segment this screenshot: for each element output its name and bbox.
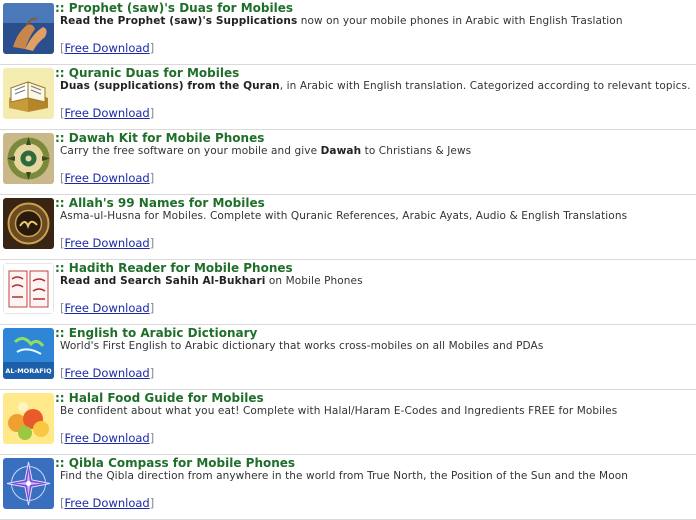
title-text[interactable]: Halal Food Guide for Mobiles	[69, 391, 264, 405]
description-text: Be confident about what you eat! Complet…	[60, 405, 618, 417]
description-bold: Dawah	[320, 145, 362, 157]
title-text[interactable]: English to Arabic Dictionary	[69, 326, 258, 340]
description-text: World's First English to Arabic dictiona…	[60, 340, 544, 352]
title-text[interactable]: Qibla Compass for Mobile Phones	[69, 456, 295, 470]
description-text: Find the Qibla direction from anywhere i…	[60, 470, 629, 482]
bracket-close: ]	[149, 496, 155, 510]
compass-rose-icon[interactable]	[3, 458, 54, 509]
free-download-link[interactable]: Free Download	[65, 171, 150, 185]
title-text[interactable]: Dawah Kit for Mobile Phones	[69, 131, 265, 145]
al-morafiq-logo-icon[interactable]: AL-MORAFIQ	[3, 328, 54, 379]
title-prefix: ::	[55, 261, 69, 275]
praying-hands-icon[interactable]	[3, 3, 54, 54]
download-bracket: [Free Download]	[60, 106, 154, 120]
item-description: Duas (supplications) from the Quran, in …	[60, 80, 691, 92]
download-bracket: [Free Download]	[60, 366, 154, 380]
title-prefix: ::	[55, 326, 69, 340]
list-item: :: Qibla Compass for Mobile Phones Find …	[0, 455, 696, 520]
title-prefix: ::	[55, 456, 69, 470]
free-download-link[interactable]: Free Download	[65, 366, 150, 380]
item-title[interactable]: :: Halal Food Guide for Mobiles	[55, 391, 264, 405]
item-title[interactable]: :: Prophet (saw)'s Duas for Mobiles	[55, 1, 293, 15]
calligraphy-medallion-icon[interactable]	[3, 198, 54, 249]
download-list: :: Prophet (saw)'s Duas for Mobiles Read…	[0, 0, 696, 520]
description-bold: Read the Prophet (saw)'s Supplications	[60, 15, 298, 27]
description-text: Asma-ul-Husna for Mobiles. Complete with…	[60, 210, 628, 222]
title-prefix: ::	[55, 131, 69, 145]
item-description: Read the Prophet (saw)'s Supplications n…	[60, 15, 623, 27]
item-description: Find the Qibla direction from anywhere i…	[60, 470, 628, 482]
item-description: Asma-ul-Husna for Mobiles. Complete with…	[60, 210, 627, 222]
item-title[interactable]: :: Quranic Duas for Mobiles	[55, 66, 239, 80]
download-bracket: [Free Download]	[60, 301, 154, 315]
download-bracket: [Free Download]	[60, 431, 154, 445]
quran-stand-icon[interactable]	[3, 68, 54, 119]
list-item: :: Halal Food Guide for Mobiles Be confi…	[0, 390, 696, 455]
title-text[interactable]: Prophet (saw)'s Duas for Mobiles	[69, 1, 293, 15]
free-download-link[interactable]: Free Download	[65, 41, 150, 55]
description-text-end: to Christians & Jews	[361, 145, 472, 157]
item-title[interactable]: :: Allah's 99 Names for Mobiles	[55, 196, 265, 210]
food-basket-icon[interactable]	[3, 393, 54, 444]
list-item: :: Prophet (saw)'s Duas for Mobiles Read…	[0, 0, 696, 65]
bracket-close: ]	[149, 171, 155, 185]
item-description: Be confident about what you eat! Complet…	[60, 405, 617, 417]
download-bracket: [Free Download]	[60, 496, 154, 510]
item-title[interactable]: :: Hadith Reader for Mobile Phones	[55, 261, 293, 275]
title-text[interactable]: Allah's 99 Names for Mobiles	[69, 196, 265, 210]
description-text: now on your mobile phones in Arabic with…	[297, 15, 623, 27]
free-download-link[interactable]: Free Download	[65, 301, 150, 315]
item-title[interactable]: :: Dawah Kit for Mobile Phones	[55, 131, 264, 145]
list-item: :: Allah's 99 Names for Mobiles Asma-ul-…	[0, 195, 696, 260]
title-text[interactable]: Hadith Reader for Mobile Phones	[69, 261, 293, 275]
free-download-link[interactable]: Free Download	[65, 106, 150, 120]
list-item: :: Dawah Kit for Mobile Phones Carry the…	[0, 130, 696, 195]
item-title[interactable]: :: Qibla Compass for Mobile Phones	[55, 456, 295, 470]
bracket-close: ]	[149, 301, 155, 315]
list-item: AL-MORAFIQ :: English to Arabic Dictiona…	[0, 325, 696, 390]
title-prefix: ::	[55, 391, 69, 405]
bracket-close: ]	[149, 41, 155, 55]
description-text: , in Arabic with English translation. Ca…	[279, 80, 691, 92]
description-bold: Read and Search Sahih Al-Bukhari	[60, 275, 266, 287]
bracket-close: ]	[149, 366, 155, 380]
free-download-link[interactable]: Free Download	[65, 496, 150, 510]
svg-text:AL-MORAFIQ: AL-MORAFIQ	[5, 367, 52, 375]
item-description: Carry the free software on your mobile a…	[60, 145, 471, 157]
download-bracket: [Free Download]	[60, 236, 154, 250]
title-text[interactable]: Quranic Duas for Mobiles	[69, 66, 239, 80]
ornament-medallion-icon[interactable]	[3, 133, 54, 184]
hadith-book-icon[interactable]	[3, 263, 54, 314]
bracket-close: ]	[149, 431, 155, 445]
description-bold: Duas (supplications) from the Quran	[60, 80, 280, 92]
bracket-close: ]	[149, 236, 155, 250]
item-description: Read and Search Sahih Al-Bukhari on Mobi…	[60, 275, 363, 287]
free-download-link[interactable]: Free Download	[65, 431, 150, 445]
bracket-close: ]	[149, 106, 155, 120]
list-item: :: Hadith Reader for Mobile Phones Read …	[0, 260, 696, 325]
list-item: :: Quranic Duas for Mobiles Duas (suppli…	[0, 65, 696, 130]
item-title[interactable]: :: English to Arabic Dictionary	[55, 326, 257, 340]
title-prefix: ::	[55, 196, 69, 210]
download-bracket: [Free Download]	[60, 171, 154, 185]
title-prefix: ::	[55, 66, 69, 80]
free-download-link[interactable]: Free Download	[65, 236, 150, 250]
item-description: World's First English to Arabic dictiona…	[60, 340, 543, 352]
title-prefix: ::	[55, 1, 69, 15]
description-text: Carry the free software on your mobile a…	[60, 145, 321, 157]
description-text: on Mobile Phones	[265, 275, 363, 287]
download-bracket: [Free Download]	[60, 41, 154, 55]
